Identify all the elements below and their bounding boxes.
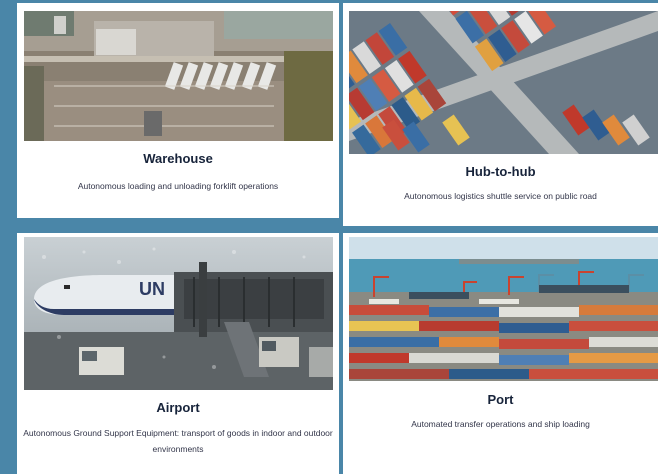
card-description: Autonomous Ground Support Equipment: tra… xyxy=(23,428,333,454)
card-airport[interactable]: UN Airport Autonomous Ground Support Equ… xyxy=(17,233,339,474)
card-description: Autonomous logistics shuttle service on … xyxy=(404,191,597,201)
card-description: Automated transfer operations and ship l… xyxy=(411,419,590,429)
card-warehouse[interactable]: Warehouse Autonomous loading and unloadi… xyxy=(17,3,339,218)
card-description: Autonomous loading and unloading forklif… xyxy=(77,181,279,191)
card-title: Port xyxy=(487,392,514,407)
svg-text:UN: UN xyxy=(139,279,165,299)
card-title: Warehouse xyxy=(143,151,213,166)
airport-image: UN xyxy=(24,237,333,390)
card-hub-to-hub[interactable]: Hub-to-hub Autonomous logistics shuttle … xyxy=(343,3,658,226)
card-port[interactable]: Port Automated transfer operations and s… xyxy=(343,233,658,474)
card-title: Hub-to-hub xyxy=(465,164,536,179)
card-title: Airport xyxy=(156,400,200,415)
page-background: { "cards": [ { "title": "Warehouse", "de… xyxy=(0,0,658,474)
warehouse-image xyxy=(24,11,333,141)
hub-to-hub-image xyxy=(349,11,658,154)
port-image xyxy=(349,237,658,381)
